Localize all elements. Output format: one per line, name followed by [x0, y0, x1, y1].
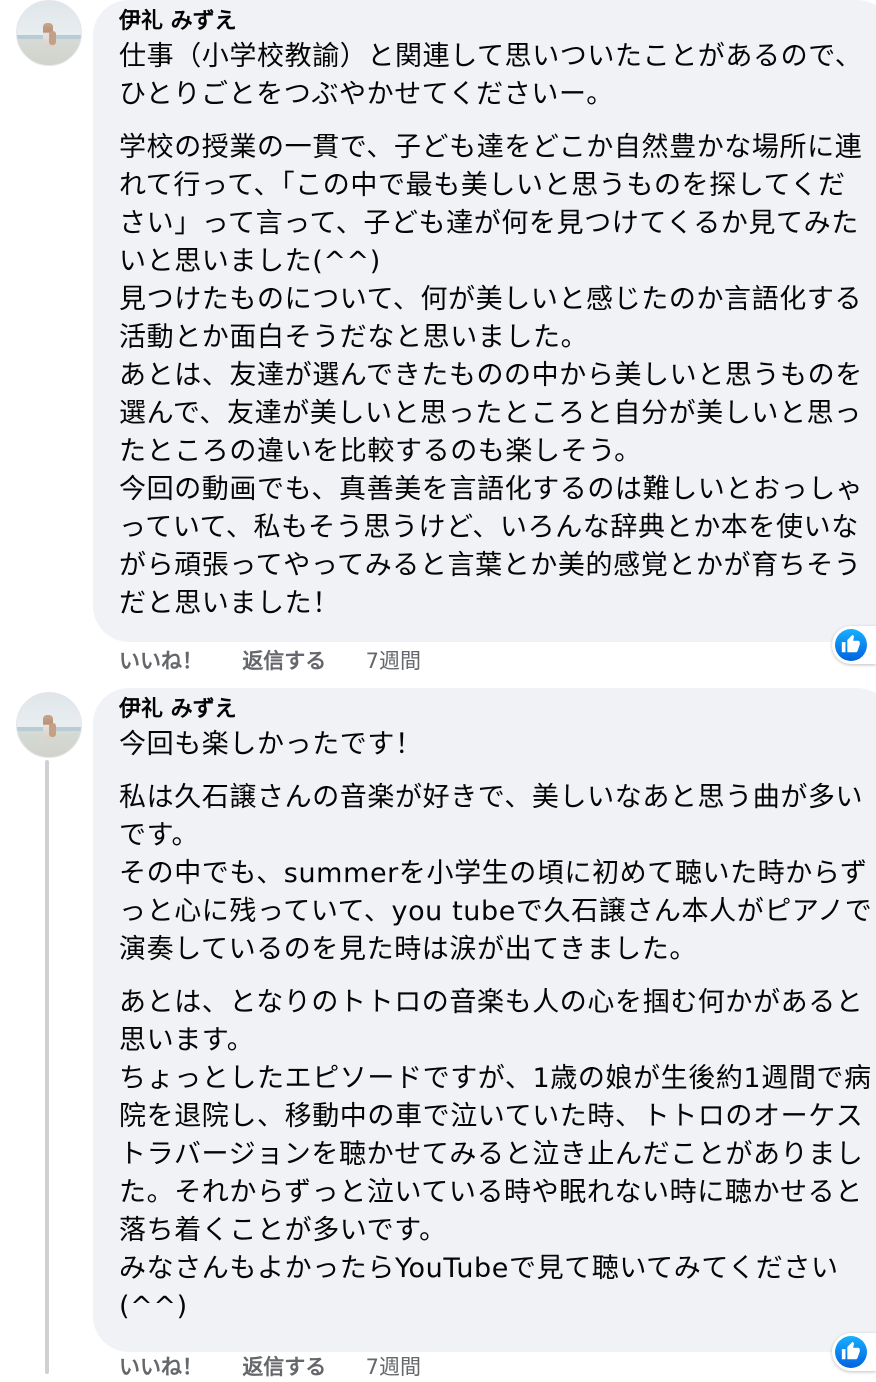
- comment-text: あとは、となりのトトロの音楽も人の心を掴む何かがあると 思います。 ちょっとした…: [119, 987, 872, 1322]
- comment-text: 私は久石譲さんの音楽が好きで、美しいなあと思う曲が多い です。 その中でも、su…: [119, 782, 873, 965]
- comment-timestamp[interactable]: 7週間: [366, 649, 421, 673]
- thread-line: [45, 760, 49, 1374]
- reaction-badge[interactable]: [832, 1333, 876, 1371]
- comment-bubble: 伊礼 みずえ 仕事（小学校教諭）と関連して思いついたことがあるので、 ひとりごと…: [93, 0, 876, 642]
- like-button[interactable]: いいね！: [119, 649, 203, 673]
- avatar[interactable]: [16, 692, 82, 758]
- comment-actions: いいね！ 返信する 7週間: [119, 646, 453, 676]
- comment-text: 学校の授業の一貫で、子ども達をどこか自然豊かな場所に連 れて行って、「この中で最…: [119, 132, 864, 619]
- avatar[interactable]: [16, 0, 82, 66]
- reply-button[interactable]: 返信する: [242, 1355, 326, 1379]
- reaction-badge[interactable]: [832, 626, 876, 664]
- comment-actions: いいね！ 返信する 7週間: [119, 1352, 453, 1382]
- comment-author[interactable]: 伊礼 みずえ: [119, 694, 876, 726]
- reply-button[interactable]: 返信する: [242, 649, 326, 673]
- comment-text: 今回も楽しかったです！: [119, 729, 423, 760]
- thumbs-up-icon: [841, 1341, 860, 1360]
- comment-text: 仕事（小学校教諭）と関連して思いついたことがあるので、 ひとりごとをつぶやかせて…: [119, 41, 863, 110]
- comment-bubble: 伊礼 みずえ 今回も楽しかったです！ 私は久石譲さんの音楽が好きで、美しいなあと…: [93, 688, 876, 1352]
- thumbs-up-icon: [841, 634, 860, 653]
- comment-timestamp[interactable]: 7週間: [366, 1355, 421, 1379]
- comment-author[interactable]: 伊礼 みずえ: [119, 6, 876, 38]
- like-button[interactable]: いいね！: [119, 1355, 203, 1379]
